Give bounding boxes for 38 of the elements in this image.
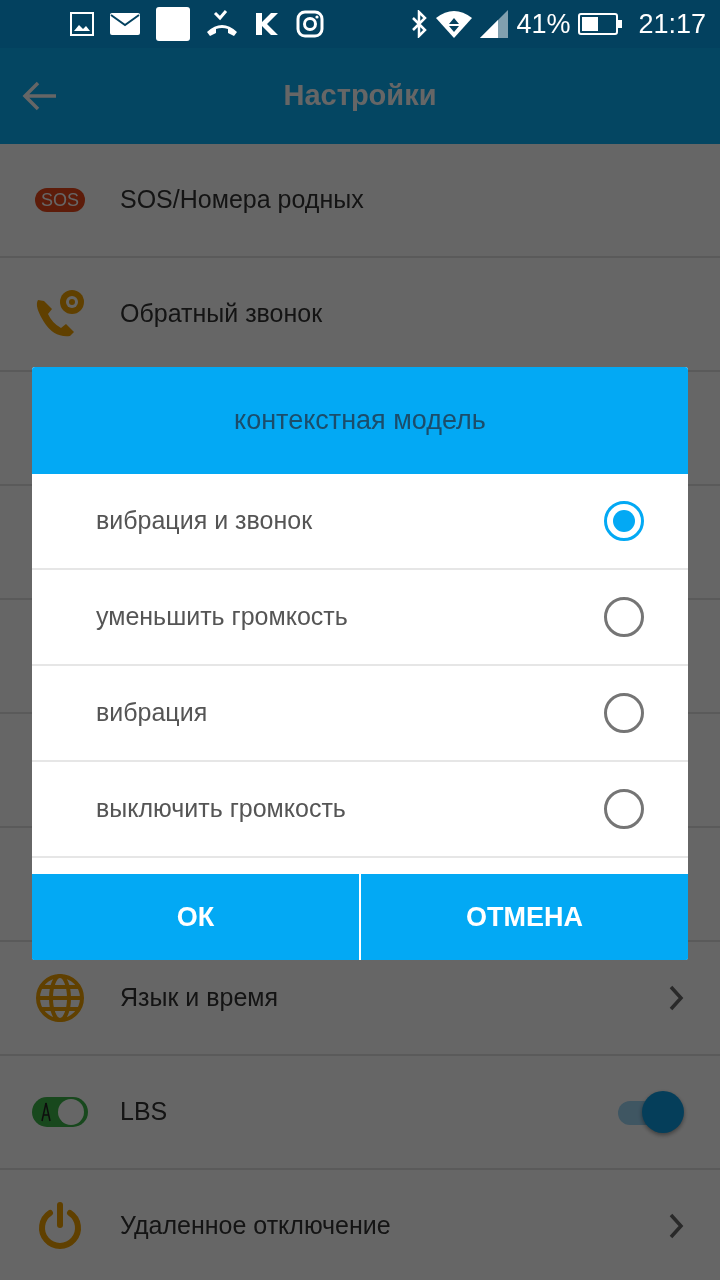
radio-button[interactable] <box>604 693 644 733</box>
chevron-icon <box>668 1213 684 1239</box>
toggle-icon <box>31 1095 89 1129</box>
wifi-icon <box>436 10 473 38</box>
toggle-switch[interactable] <box>618 1094 684 1130</box>
battery-percent: 41% <box>516 7 571 41</box>
radio-option[interactable]: уменьшить громкость <box>32 570 688 666</box>
settings-row[interactable]: SOS SOS/Номера родных <box>0 144 720 258</box>
image-icon <box>70 12 94 36</box>
setting-label: Удаленное отключение <box>120 1210 392 1242</box>
setting-label: LBS <box>120 1096 169 1128</box>
power-icon <box>36 1201 84 1251</box>
radio-option[interactable]: вибрация <box>32 666 688 762</box>
radio-button[interactable] <box>604 597 644 637</box>
chevron-icon <box>668 985 684 1011</box>
missed-call-icon <box>206 10 238 38</box>
square-icon <box>156 7 190 41</box>
setting-label: SOS/Номера родных <box>120 184 365 216</box>
clock: 21:17 <box>638 7 706 41</box>
setting-label: Язык и время <box>120 982 280 1014</box>
dialog-title: контекстная модель <box>234 404 486 438</box>
battery-icon <box>578 13 623 35</box>
globe-icon <box>35 973 85 1023</box>
sos-icon: SOS <box>35 188 85 212</box>
radio-option[interactable]: выключить громкость <box>32 762 688 858</box>
signal-icon <box>480 10 509 38</box>
radio-button[interactable] <box>604 501 644 541</box>
mail-icon <box>110 13 140 35</box>
setting-label: Обратный звонок <box>120 298 324 330</box>
camera-icon <box>296 10 324 38</box>
letter-k-icon <box>254 11 280 37</box>
radio-button[interactable] <box>604 789 644 829</box>
settings-row[interactable]: Удаленное отключение <box>0 1170 720 1280</box>
bluetooth-icon <box>410 10 429 38</box>
cancel-button[interactable]: ОТМЕНА <box>359 874 688 960</box>
settings-row[interactable]: LBS <box>0 1056 720 1170</box>
radio-option[interactable]: вибрация и звонок <box>32 474 688 570</box>
screen-title: Настройки <box>283 78 437 114</box>
